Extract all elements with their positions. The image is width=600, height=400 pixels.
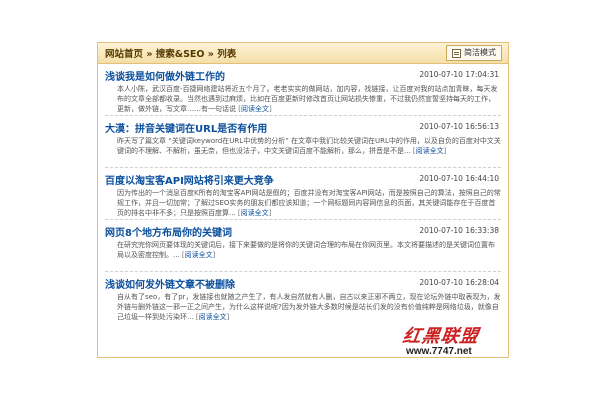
article-title-link[interactable]: 大漠：拼音关键词在URL是否有作用 xyxy=(105,120,267,135)
article-list: 浅谈我是如何做外链工作的 2010-07-10 17:04:31 本人小陈，武汉… xyxy=(98,64,508,324)
article-excerpt: 本人小陈，武汉百度-百捷网络建站将近五个月了。老老实实的做网站，加内容，找链接，… xyxy=(117,85,498,113)
read-more-link[interactable]: 阅读全文 xyxy=(199,313,227,321)
read-more-link[interactable]: 阅读全文 xyxy=(241,209,269,217)
list-icon xyxy=(452,48,461,58)
panel-header: 网站首页 » 搜索&SEO » 列表 简洁模式 xyxy=(98,43,508,64)
excerpt-text: 在研究完你网页要体现的关键词后，接下来要做的是将你的关键词合理的布局在你网页里。… xyxy=(117,241,495,259)
list-item: 大漠：拼音关键词在URL是否有作用 2010-07-10 16:56:13 昨天… xyxy=(105,116,501,168)
article-list-panel: 网站首页 » 搜索&SEO » 列表 简洁模式 浅谈我是如何做外链工作的 201… xyxy=(97,42,509,358)
article-timestamp: 2010-07-10 16:44:10 xyxy=(419,174,499,183)
list-item: 百度以淘宝客API网站将引来更大竞争 2010-07-10 16:44:10 因… xyxy=(105,168,501,220)
site-watermark: 红黑联盟 www.7747.net xyxy=(401,322,503,362)
read-more-link[interactable]: 阅读全文 xyxy=(416,147,444,155)
article-timestamp: 2010-07-10 16:28:04 xyxy=(419,278,499,287)
breadcrumb-separator: » xyxy=(207,49,214,60)
article-title-link[interactable]: 浅谈如何发外链文章不被删除 xyxy=(105,276,235,291)
article-excerpt: 昨天写了篇文章 “关键词keyword在URL中优势的分析” 在文章中我们比较关… xyxy=(117,137,501,155)
list-item: 浅谈我是如何做外链工作的 2010-07-10 17:04:31 本人小陈，武汉… xyxy=(105,64,501,116)
article-timestamp: 2010-07-10 17:04:31 xyxy=(419,70,499,79)
article-title-link[interactable]: 网页8个地方布局你的关键词 xyxy=(105,224,232,239)
breadcrumb: 网站首页 » 搜索&SEO » 列表 xyxy=(105,46,236,60)
excerpt-text: 本人小陈，武汉百度-百捷网络建站将近五个月了。老老实实的做网站，加内容，找链接，… xyxy=(117,85,498,113)
article-timestamp: 2010-07-10 16:33:38 xyxy=(419,226,499,235)
article-title-link[interactable]: 浅谈我是如何做外链工作的 xyxy=(105,68,225,83)
excerpt-text: 自从有了seo，有了pr，发链接也就随之产生了，有人发自然就有人删，自古以来正邪… xyxy=(117,293,501,321)
article-excerpt: 因为传出的一个消息百度K所有的淘宝客API网站是假的；百度并没有对淘宝客API网… xyxy=(117,189,501,217)
article-excerpt: 在研究完你网页要体现的关键词后，接下来要做的是将你的关键词合理的布局在你网页里。… xyxy=(117,241,495,259)
watermark-url: www.7747.net xyxy=(406,346,472,357)
list-item: 浅谈如何发外链文章不被删除 2010-07-10 16:28:04 自从有了se… xyxy=(105,272,501,324)
breadcrumb-current: 列表 xyxy=(217,49,237,60)
simple-mode-label: 简洁模式 xyxy=(464,48,496,57)
breadcrumb-home[interactable]: 网站首页 xyxy=(105,49,143,60)
list-item: 网页8个地方布局你的关键词 2010-07-10 16:33:38 在研究完你网… xyxy=(105,220,501,272)
article-title-link[interactable]: 百度以淘宝客API网站将引来更大竞争 xyxy=(105,172,274,187)
excerpt-text: 因为传出的一个消息百度K所有的淘宝客API网站是假的；百度并没有对淘宝客API网… xyxy=(117,189,501,217)
read-more-link[interactable]: 阅读全文 xyxy=(185,251,213,259)
watermark-logo-text: 红黑联盟 xyxy=(401,326,481,347)
simple-mode-button[interactable]: 简洁模式 xyxy=(446,45,502,61)
article-timestamp: 2010-07-10 16:56:13 xyxy=(419,122,499,131)
article-excerpt: 自从有了seo，有了pr，发链接也就随之产生了，有人发自然就有人删，自古以来正邪… xyxy=(117,293,501,321)
read-more-link[interactable]: 阅读全文 xyxy=(241,105,269,113)
breadcrumb-separator: » xyxy=(146,49,153,60)
breadcrumb-category[interactable]: 搜索&SEO xyxy=(156,49,205,60)
